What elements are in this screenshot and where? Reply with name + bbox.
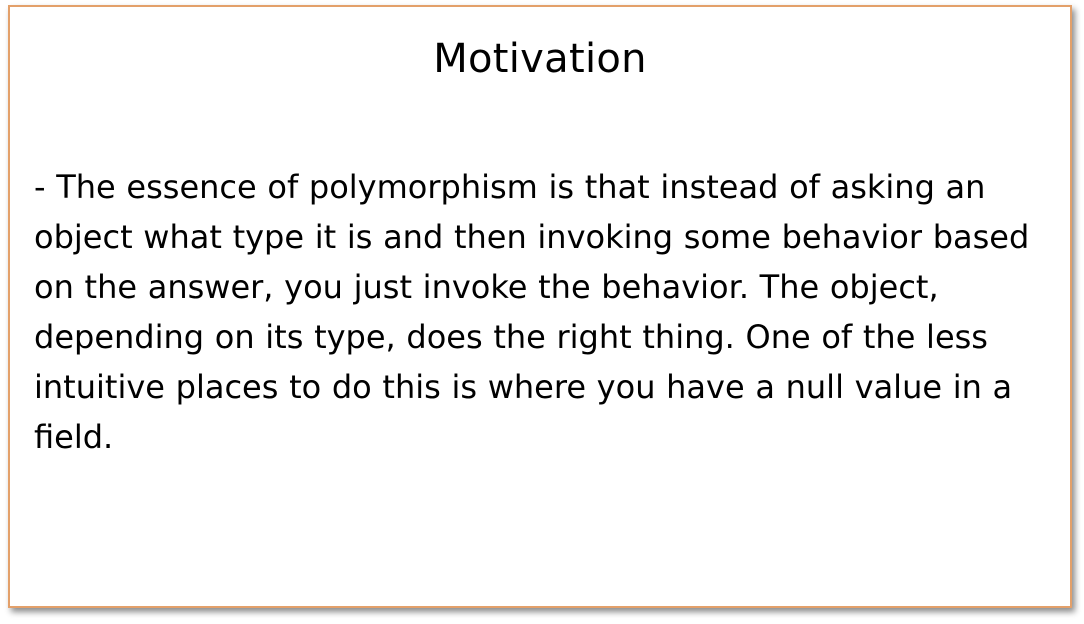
slide-frame: Motivation - The essence of polymorphism… <box>8 5 1072 608</box>
slide-body-text: - The essence of polymorphism is that in… <box>34 168 1030 456</box>
slide-title: Motivation <box>433 36 647 82</box>
